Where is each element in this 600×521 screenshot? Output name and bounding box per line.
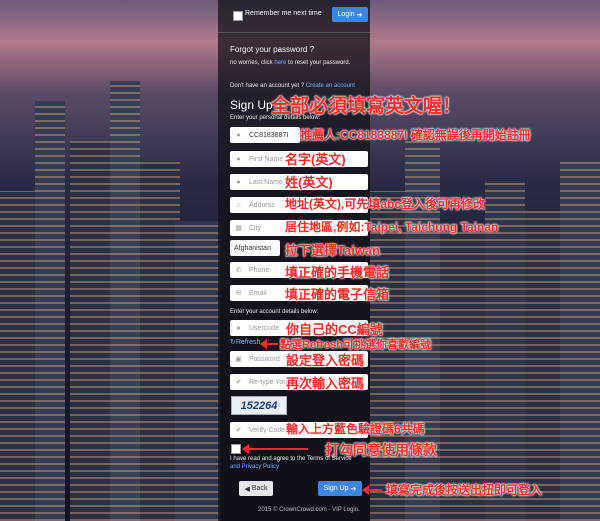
back-button[interactable]: ◀ Back bbox=[239, 481, 273, 496]
annotation-phone: 填正確的手機電話 bbox=[285, 265, 390, 280]
country-select[interactable]: Afghanistan bbox=[230, 240, 280, 256]
signup-button[interactable]: Sign Up ➔ bbox=[318, 481, 362, 496]
lock-icon: ▣ bbox=[235, 356, 242, 363]
agree-text: I have read and agree to the Terms of Se… bbox=[230, 456, 352, 462]
map-icon: ▦ bbox=[235, 225, 242, 232]
arrow-right-icon: ➔ bbox=[350, 485, 357, 493]
annotation-first: 名字(英文) bbox=[285, 152, 346, 167]
arrow-icon bbox=[242, 444, 308, 454]
account-details-label: Enter your account details below: bbox=[230, 309, 319, 315]
user-icon: ● bbox=[236, 155, 241, 163]
reset-link[interactable]: here bbox=[274, 60, 286, 66]
check-icon: ✔ bbox=[235, 379, 242, 386]
annotation-referrer: 推薦人:CC8183887I 確認無誤後再開始註冊 bbox=[300, 128, 531, 142]
user-icon: ● bbox=[236, 131, 241, 139]
back-button-label: Back bbox=[251, 485, 268, 492]
referrer-field[interactable]: ● CC8183887I bbox=[230, 127, 300, 143]
annotation-last: 姓(英文) bbox=[285, 175, 333, 190]
user-icon: ● bbox=[236, 324, 241, 332]
annotation-submit: 填寫完成後按送出扭即可登入 bbox=[386, 483, 543, 497]
arrow-right-icon: ➔ bbox=[356, 11, 363, 19]
create-account-link[interactable]: Create an account bbox=[306, 83, 355, 89]
agree-checkbox[interactable] bbox=[231, 444, 241, 454]
check-icon: ✔ bbox=[235, 427, 242, 434]
remember-label: Remember me next time bbox=[245, 10, 322, 17]
remember-checkbox[interactable] bbox=[233, 11, 243, 21]
home-icon: ⌂ bbox=[236, 201, 241, 209]
back-icon: ◀ bbox=[244, 485, 250, 493]
signup-button-label: Sign Up bbox=[323, 485, 349, 492]
refresh-link[interactable]: ↻Refresh bbox=[230, 338, 260, 346]
login-button-label: Login bbox=[337, 11, 355, 18]
arrow-icon bbox=[362, 485, 382, 495]
annotation-city: 居住地區,例如:Taipei, Taichung Tainan bbox=[285, 220, 499, 234]
annotation-captcha: 輸入上方藍色驗證碼6共碼 bbox=[286, 422, 425, 436]
phone-icon: ✆ bbox=[235, 267, 242, 274]
privacy-link[interactable]: and Privacy Policy bbox=[230, 464, 279, 470]
personal-details-label: Enter your personal details below: bbox=[230, 115, 321, 121]
annotation-country: 拉下選擇Taiwan bbox=[285, 243, 381, 258]
mail-icon: ✉ bbox=[235, 290, 242, 297]
divider bbox=[218, 32, 370, 33]
arrow-icon bbox=[260, 339, 278, 349]
no-account-text: Don't have an account yet ? Create an ac… bbox=[230, 83, 355, 89]
captcha-image: 152264 bbox=[231, 396, 287, 415]
annotation-password: 設定登入密碼 bbox=[286, 353, 365, 368]
annotation-retype: 再次輸入密碼 bbox=[286, 376, 365, 391]
annotation-title: 全部必須填寫英文喔！ bbox=[271, 96, 462, 117]
annotation-email: 填正確的電子信箱 bbox=[285, 287, 390, 302]
footer-copyright: 2015 © CrownCrowd.com - VIP Login. bbox=[258, 507, 360, 513]
user-icon: ● bbox=[236, 178, 241, 186]
signup-title: Sign Up bbox=[230, 98, 273, 112]
login-button[interactable]: Login ➔ bbox=[332, 7, 368, 22]
annotation-address: 地址(英文),可先填abc登入後可再修改 bbox=[285, 197, 486, 211]
forgot-text: no worries, click here to reset your pas… bbox=[230, 60, 351, 66]
forgot-title: Forgot your password ? bbox=[230, 45, 315, 54]
